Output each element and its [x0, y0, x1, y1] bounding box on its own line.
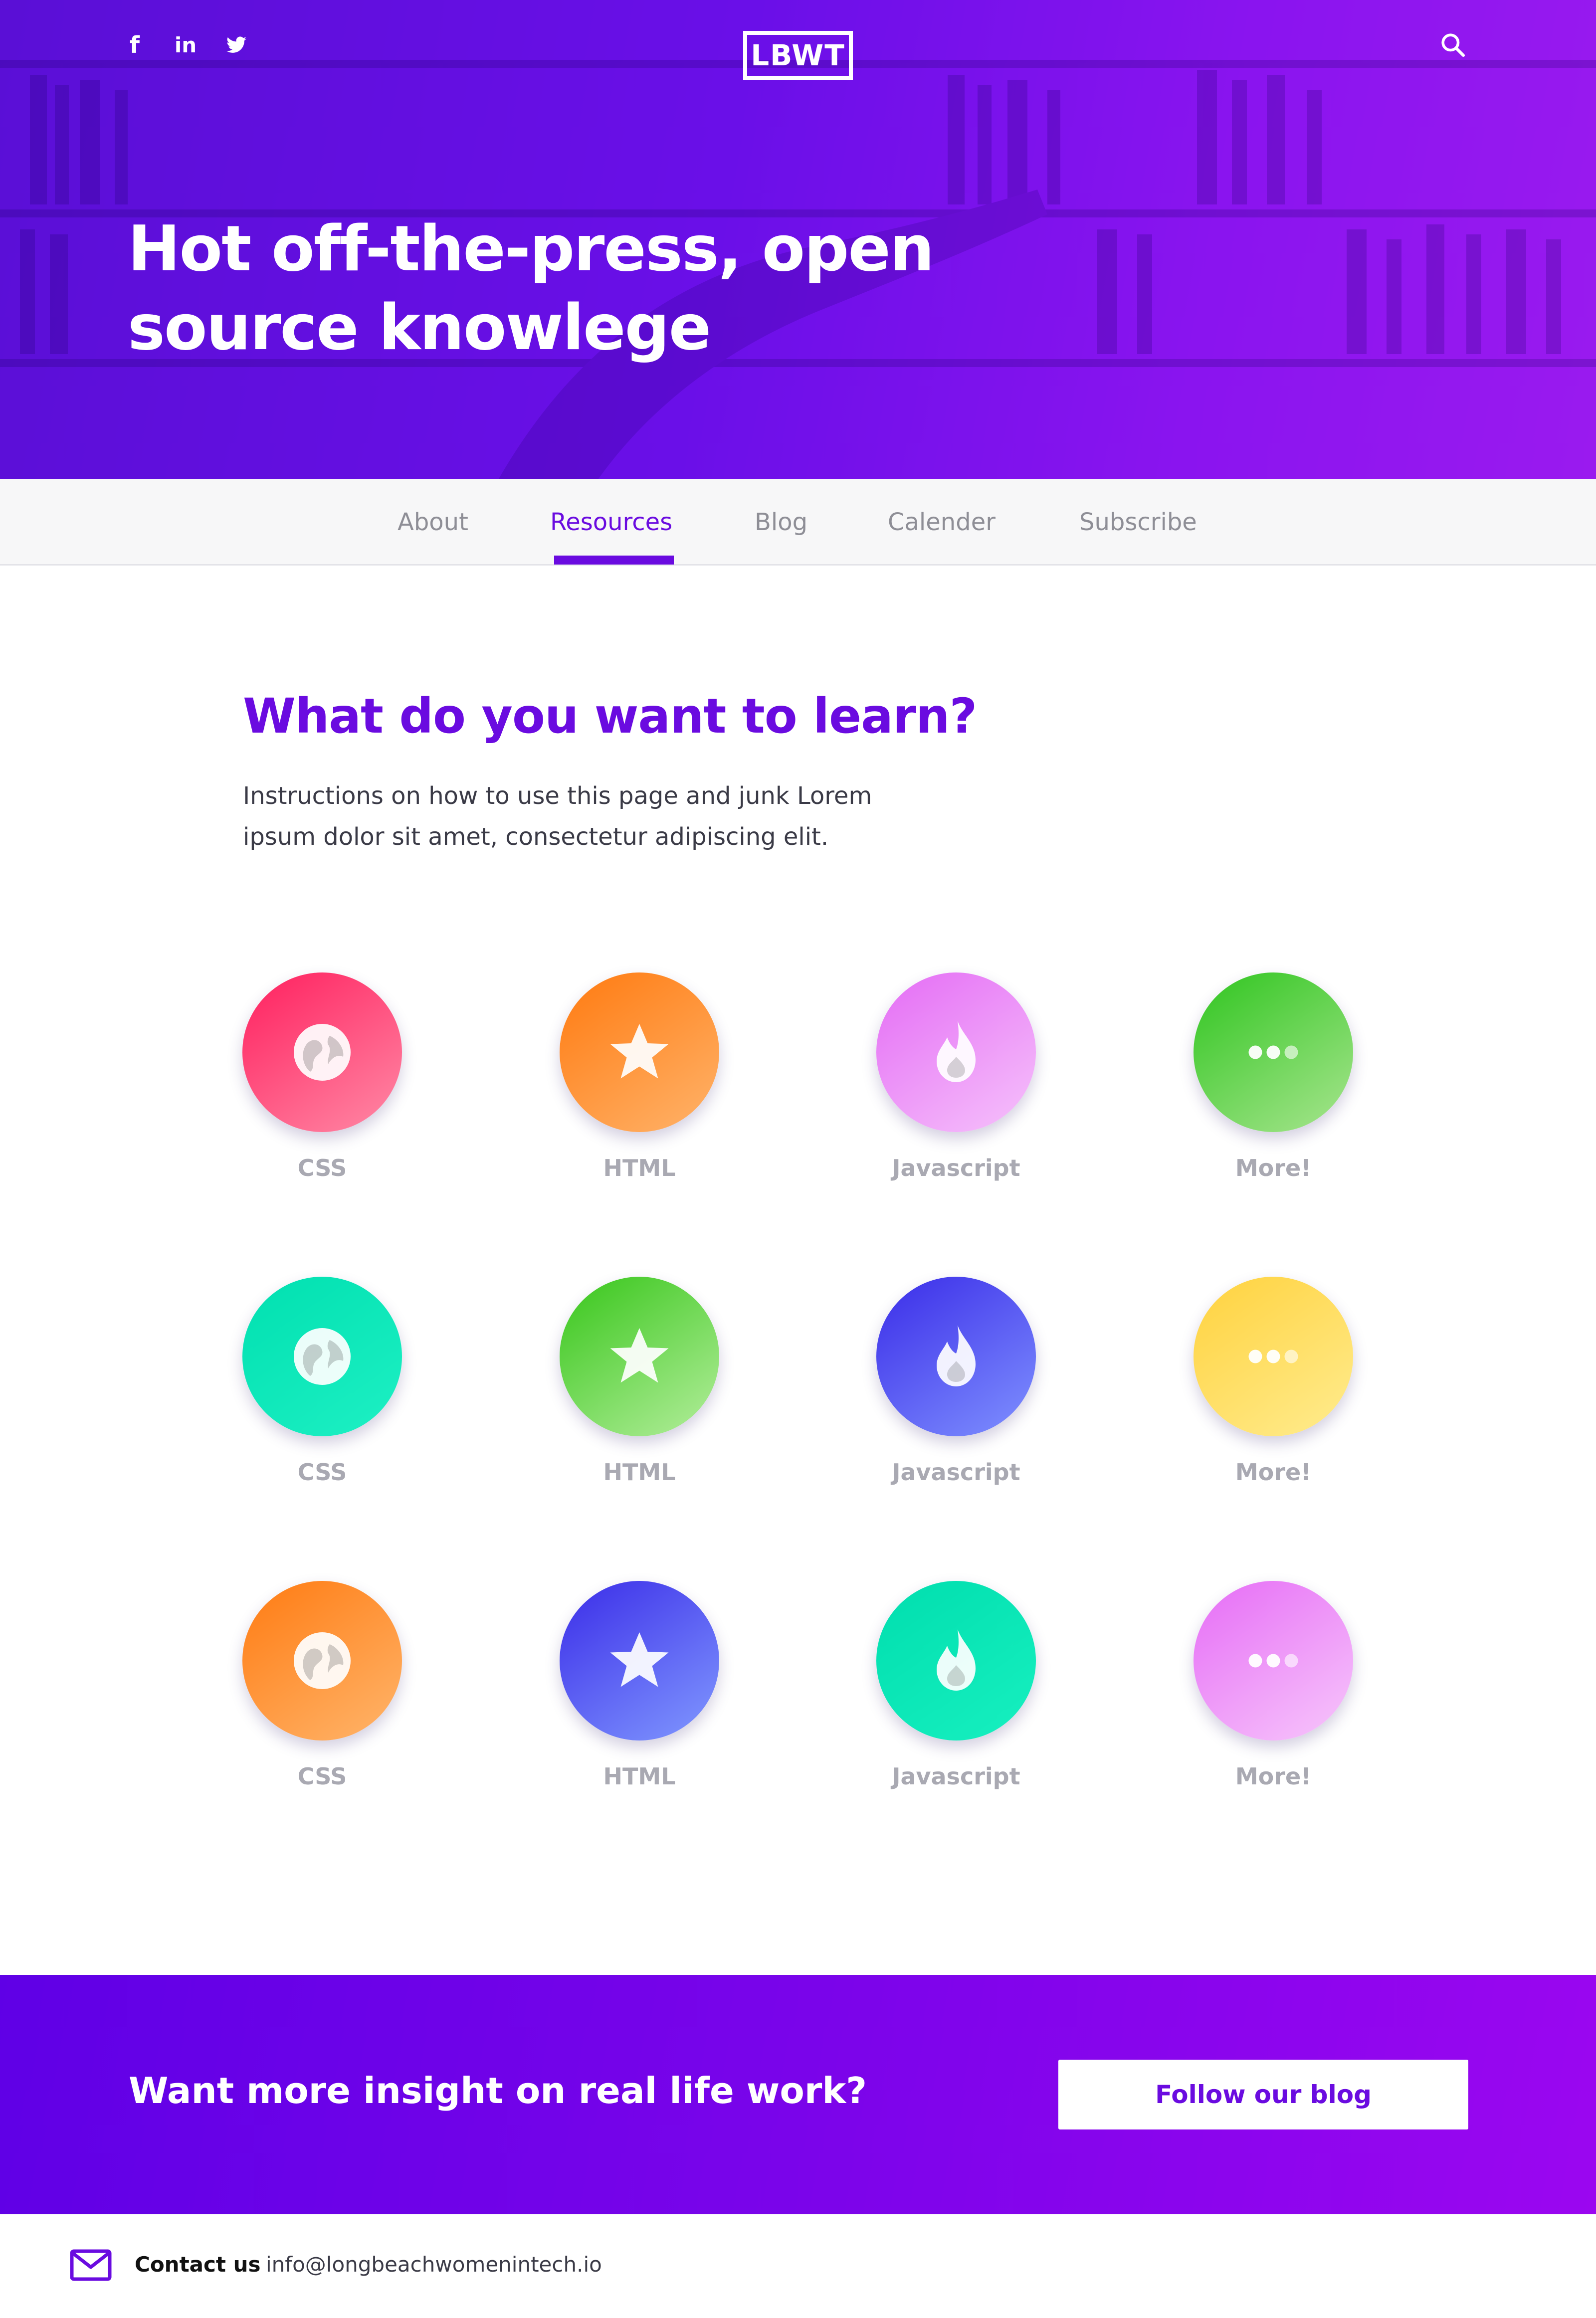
facebook-glyph: f — [129, 31, 140, 58]
globe-icon — [294, 1024, 351, 1081]
more-icon — [1248, 1350, 1298, 1363]
topic-icon-circle[interactable] — [242, 972, 402, 1132]
topic-tile-more-1[interactable]: More! — [1182, 972, 1361, 1202]
hero-title-line-2: source knowlege — [128, 291, 711, 364]
topic-tile-css-2[interactable]: CSS — [230, 1277, 410, 1506]
hero-banner: f in LBWT Hot off-the-press, open source… — [0, 0, 1596, 479]
facebook-icon[interactable]: f — [125, 31, 145, 58]
topic-tile-css-1[interactable]: CSS — [230, 972, 410, 1202]
nav-item-resources[interactable]: Resources — [550, 479, 672, 566]
topic-tile-more-3[interactable]: More! — [1182, 1581, 1361, 1810]
flame-icon — [937, 1325, 976, 1386]
topic-label[interactable]: Javascript — [864, 1459, 1048, 1486]
topic-label[interactable]: CSS — [230, 1155, 414, 1181]
globe-icon — [294, 1632, 351, 1689]
star-icon — [610, 1328, 669, 1383]
topic-icon-circle[interactable] — [242, 1581, 402, 1740]
topic-icon-circle[interactable] — [876, 1581, 1036, 1740]
more-icon — [1248, 1045, 1298, 1059]
linkedin-glyph: in — [174, 32, 197, 57]
globe-icon — [294, 1328, 351, 1385]
twitter-icon[interactable] — [226, 35, 246, 55]
topic-tile-javascript-3[interactable]: Javascript — [864, 1581, 1044, 1810]
star-icon — [610, 1024, 669, 1079]
mail-icon[interactable] — [70, 2249, 112, 2281]
section-description: Instructions on how to use this page and… — [243, 775, 941, 857]
topic-tile-css-3[interactable]: CSS — [230, 1581, 410, 1810]
topic-label[interactable]: More! — [1182, 1459, 1365, 1486]
site-logo[interactable]: LBWT — [743, 31, 853, 80]
topic-tile-html-2[interactable]: HTML — [548, 1277, 727, 1506]
topic-icon-circle[interactable] — [876, 1277, 1036, 1436]
section-title: What do you want to learn? — [243, 688, 977, 744]
contact-label: Contact us — [135, 2252, 261, 2277]
nav-item-subscribe[interactable]: Subscribe — [1079, 479, 1197, 566]
topic-label[interactable]: HTML — [548, 1763, 731, 1790]
nav-item-blog[interactable]: Blog — [755, 479, 807, 566]
nav-active-indicator — [554, 556, 674, 565]
section-description-line-1: Instructions on how to use this page and… — [243, 782, 872, 810]
section-description-line-2: ipsum dolor sit amet, consectetur adipis… — [243, 823, 829, 851]
topic-icon-circle[interactable] — [560, 1581, 719, 1740]
twitter-bird-icon — [226, 36, 246, 53]
social-links: f in — [125, 31, 246, 58]
topic-icon-circle[interactable] — [1194, 1581, 1353, 1740]
topic-tile-javascript-1[interactable]: Javascript — [864, 972, 1044, 1202]
topic-tile-javascript-2[interactable]: Javascript — [864, 1277, 1044, 1506]
topic-icon-circle[interactable] — [560, 1277, 719, 1436]
topic-icon-circle[interactable] — [242, 1277, 402, 1436]
topic-icon-circle[interactable] — [1194, 1277, 1353, 1436]
topic-label[interactable]: HTML — [548, 1459, 731, 1486]
topic-label[interactable]: Javascript — [864, 1763, 1048, 1790]
topic-label[interactable]: More! — [1182, 1763, 1365, 1790]
hero-title-line-1: Hot off-the-press, open — [128, 212, 935, 285]
star-icon — [610, 1632, 669, 1687]
search-icon[interactable] — [1439, 31, 1467, 59]
cta-text: Want more insight on real life work? — [129, 2070, 867, 2112]
main-nav: About Resources Blog Calender Subscribe — [0, 479, 1596, 566]
topic-icon-circle[interactable] — [876, 972, 1036, 1132]
topic-tile-html-1[interactable]: HTML — [548, 972, 727, 1202]
flame-icon — [937, 1021, 976, 1082]
contact-email-link[interactable]: info@longbeachwomenintech.io — [266, 2252, 602, 2277]
follow-blog-button[interactable]: Follow our blog — [1058, 2060, 1468, 2129]
topic-label[interactable]: More! — [1182, 1155, 1365, 1181]
more-icon — [1248, 1654, 1298, 1668]
topic-label[interactable]: Javascript — [864, 1155, 1048, 1181]
nav-item-calender[interactable]: Calender — [888, 479, 996, 566]
topic-label[interactable]: CSS — [230, 1459, 414, 1486]
flame-icon — [937, 1629, 976, 1691]
topic-icon-circle[interactable] — [560, 972, 719, 1132]
hero-title: Hot off-the-press, open source knowlege — [128, 209, 976, 367]
topic-label[interactable]: CSS — [230, 1763, 414, 1790]
topic-label[interactable]: HTML — [548, 1155, 731, 1181]
topic-tile-html-3[interactable]: HTML — [548, 1581, 727, 1810]
linkedin-icon[interactable]: in — [174, 32, 197, 57]
nav-item-about[interactable]: About — [398, 479, 468, 566]
topic-tile-more-2[interactable]: More! — [1182, 1277, 1361, 1506]
topic-icon-circle[interactable] — [1194, 972, 1353, 1132]
